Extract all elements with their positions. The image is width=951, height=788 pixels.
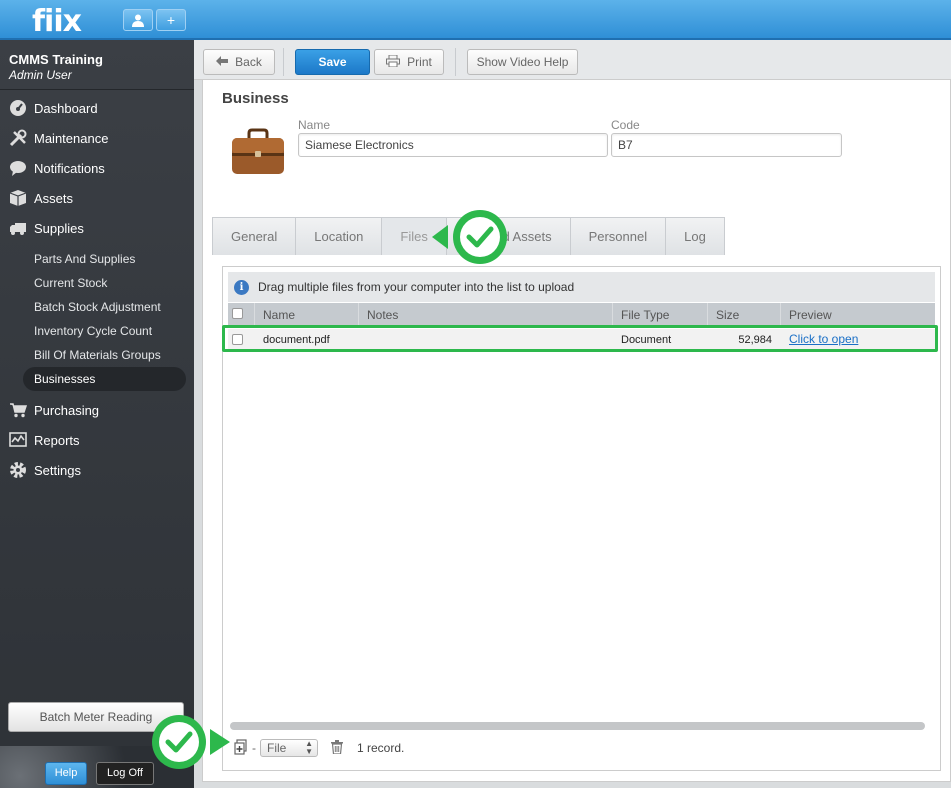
info-icon: i bbox=[234, 279, 249, 295]
toolbar-separator bbox=[455, 48, 456, 76]
arrow-left-icon bbox=[216, 55, 229, 69]
sidebar-item-supplies[interactable]: Supplies bbox=[0, 213, 194, 243]
tab-log[interactable]: Log bbox=[665, 217, 725, 255]
trash-icon[interactable] bbox=[331, 739, 343, 757]
sidebar-subitem-parts[interactable]: Parts And Supplies bbox=[0, 247, 194, 271]
sidebar: CMMS Training Admin User Dashboard Maint… bbox=[0, 40, 194, 788]
file-select-value: File bbox=[267, 741, 287, 755]
code-field[interactable] bbox=[611, 133, 842, 157]
horizontal-scrollbar[interactable] bbox=[230, 722, 925, 730]
app-logo: fiix bbox=[32, 4, 82, 39]
save-button[interactable]: Save bbox=[295, 49, 370, 75]
sidebar-divider bbox=[0, 89, 194, 90]
toolbar: Back Save Print Show Video Help bbox=[194, 40, 951, 80]
sidebar-item-label: Maintenance bbox=[34, 130, 109, 146]
tab-general[interactable]: General bbox=[212, 217, 297, 255]
business-panel: Business Name Code General Location File… bbox=[202, 80, 951, 782]
sidebar-subitem-cycle-count[interactable]: Inventory Cycle Count bbox=[0, 319, 194, 343]
sidebar-subitem-businesses[interactable]: Businesses bbox=[23, 367, 186, 391]
user-name: Admin User bbox=[9, 68, 72, 82]
sidebar-item-label: Supplies bbox=[34, 220, 84, 236]
dashboard-icon bbox=[9, 99, 27, 117]
sidebar-item-label: Assets bbox=[34, 190, 74, 206]
sidebar-item-label: Reports bbox=[34, 432, 80, 448]
supplies-submenu: Parts And Supplies Current Stock Batch S… bbox=[0, 243, 194, 395]
cart-icon bbox=[9, 401, 27, 419]
col-file-type[interactable]: File Type bbox=[613, 303, 708, 327]
sidebar-item-assets[interactable]: Assets bbox=[0, 183, 194, 213]
select-all-checkbox[interactable] bbox=[232, 308, 243, 319]
print-button[interactable]: Print bbox=[374, 49, 444, 75]
select-all-cell bbox=[228, 303, 255, 327]
org-header: CMMS Training Admin User bbox=[9, 52, 103, 82]
name-label: Name bbox=[298, 118, 331, 132]
org-name: CMMS Training bbox=[9, 52, 103, 67]
upload-info-bar: i Drag multiple files from your computer… bbox=[228, 272, 935, 302]
sidebar-item-label: Settings bbox=[34, 462, 81, 478]
row-highlight bbox=[222, 325, 938, 352]
sidebar-subitem-batch-stock[interactable]: Batch Stock Adjustment bbox=[0, 295, 194, 319]
back-button[interactable]: Back bbox=[203, 49, 275, 75]
code-label: Code bbox=[611, 118, 640, 132]
log-off-button[interactable]: Log Off bbox=[96, 762, 154, 785]
show-video-help-button[interactable]: Show Video Help bbox=[467, 49, 578, 75]
sidebar-item-notifications[interactable]: Notifications bbox=[0, 153, 194, 183]
printer-icon bbox=[386, 54, 401, 70]
toolbar-separator bbox=[283, 48, 284, 76]
user-button[interactable] bbox=[123, 9, 153, 31]
tab-location[interactable]: Location bbox=[295, 217, 383, 255]
tools-icon bbox=[9, 129, 27, 147]
gear-icon bbox=[9, 461, 27, 479]
add-button[interactable]: + bbox=[156, 9, 186, 31]
box-icon bbox=[9, 189, 27, 207]
files-tab-callout bbox=[430, 207, 508, 269]
sidebar-item-reports[interactable]: Reports bbox=[0, 425, 194, 455]
tab-personnel[interactable]: Personnel bbox=[569, 217, 667, 255]
truck-icon bbox=[9, 219, 27, 237]
name-field[interactable] bbox=[298, 133, 608, 157]
col-size[interactable]: Size bbox=[708, 303, 781, 327]
back-label: Back bbox=[235, 55, 262, 69]
files-footer: - File ▲ ▼ 1 record. bbox=[228, 733, 935, 763]
sidebar-subitem-bom-groups[interactable]: Bill Of Materials Groups bbox=[0, 343, 194, 367]
select-arrows-icon: ▲ ▼ bbox=[305, 739, 313, 756]
file-type-select[interactable]: File ▲ ▼ bbox=[260, 739, 318, 757]
help-button[interactable]: Help bbox=[45, 762, 87, 785]
sidebar-subitem-current-stock[interactable]: Current Stock bbox=[0, 271, 194, 295]
sidebar-item-label: Notifications bbox=[34, 160, 105, 176]
sidebar-item-label: Dashboard bbox=[34, 100, 98, 116]
upload-info-text: Drag multiple files from your computer i… bbox=[258, 280, 575, 294]
sidebar-item-label: Purchasing bbox=[34, 402, 100, 418]
sidebar-nav: Dashboard Maintenance Notifications Asse… bbox=[0, 93, 194, 485]
sidebar-item-purchasing[interactable]: Purchasing bbox=[0, 395, 194, 425]
col-name[interactable]: Name bbox=[255, 303, 359, 327]
record-count: 1 record. bbox=[357, 741, 405, 755]
briefcase-icon bbox=[230, 128, 286, 176]
page-title: Business bbox=[222, 90, 289, 107]
col-notes[interactable]: Notes bbox=[359, 303, 613, 327]
files-table-header: Name Notes File Type Size Preview bbox=[228, 303, 935, 327]
col-preview[interactable]: Preview bbox=[781, 303, 935, 327]
chat-bubble-icon bbox=[9, 159, 27, 177]
dropdown-dash: - bbox=[252, 741, 256, 755]
add-file-icon[interactable] bbox=[234, 738, 250, 758]
top-bar: fiix + bbox=[0, 0, 951, 40]
sidebar-item-maintenance[interactable]: Maintenance bbox=[0, 123, 194, 153]
plus-icon: + bbox=[166, 12, 176, 28]
print-label: Print bbox=[407, 55, 432, 69]
add-file-callout bbox=[150, 713, 232, 773]
chart-icon bbox=[9, 431, 27, 449]
sidebar-item-dashboard[interactable]: Dashboard bbox=[0, 93, 194, 123]
user-icon bbox=[132, 14, 144, 27]
sidebar-item-settings[interactable]: Settings bbox=[0, 455, 194, 485]
